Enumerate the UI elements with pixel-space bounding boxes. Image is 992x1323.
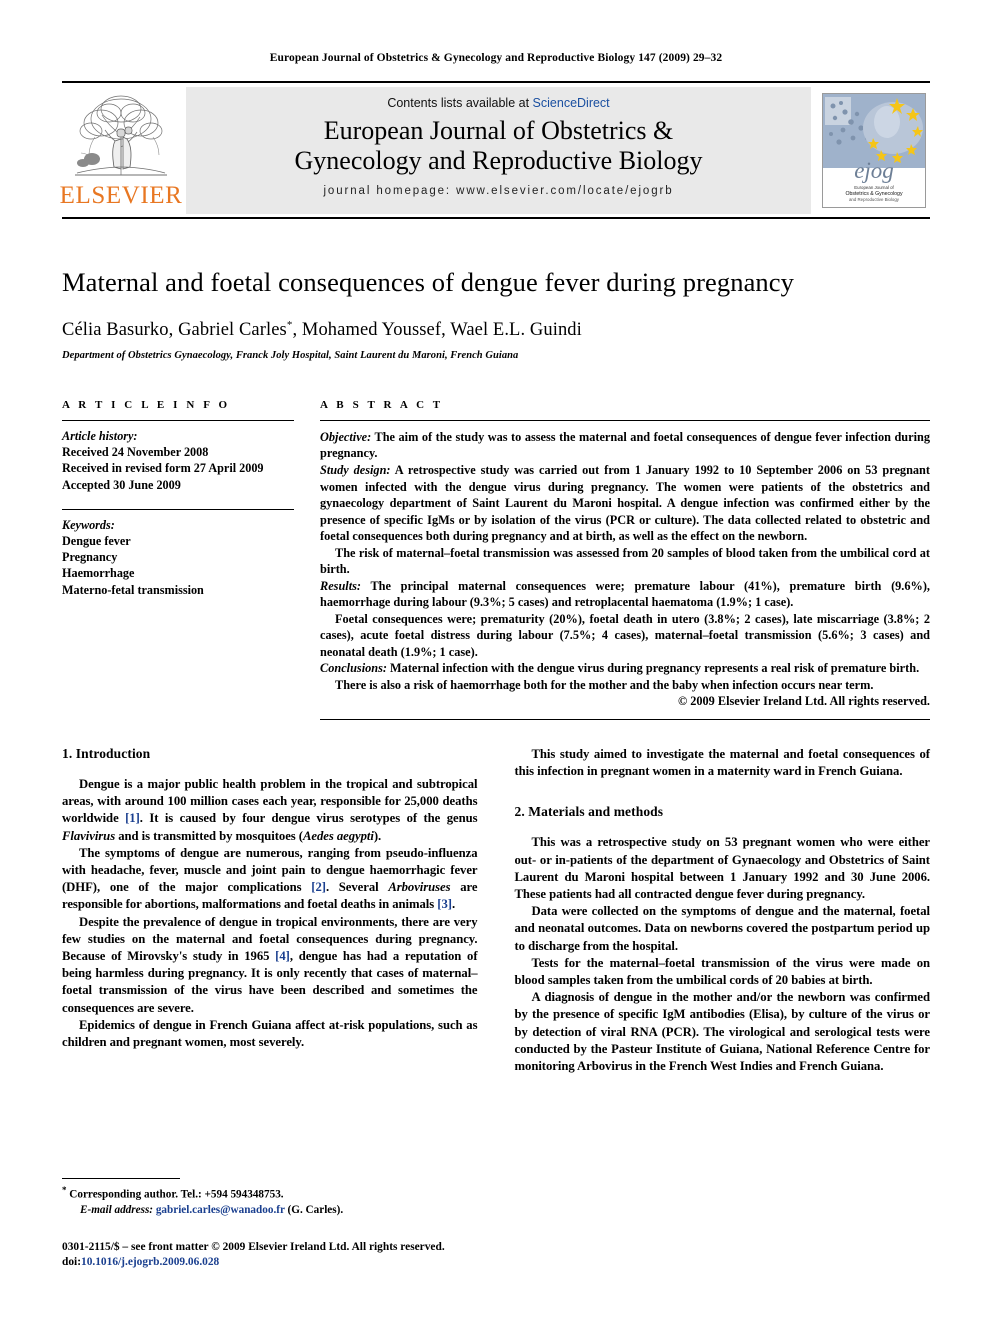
- keyword-item: Haemorrhage: [62, 566, 135, 581]
- corresponding-author-text: Corresponding author. Tel.: +594 5943487…: [66, 1188, 284, 1201]
- study-design-label: Study design:: [320, 463, 391, 478]
- keyword-item: Materno-fetal transmission: [62, 582, 204, 597]
- results-label: Results:: [320, 578, 361, 593]
- intro-p2-d: .: [451, 897, 456, 912]
- keywords-group: Keywords: Dengue fever Pregnancy Haemorr…: [62, 510, 294, 598]
- email-suffix: (G. Carles).: [284, 1203, 344, 1216]
- abstract-objective: Objective: The aim of the study was to a…: [320, 429, 930, 462]
- study-design-text: A retrospective study was carried out fr…: [320, 463, 930, 544]
- objective-text: The aim of the study was to assess the m…: [320, 429, 930, 461]
- journal-masthead: ELSEVIER Contents lists available at Sci…: [59, 81, 930, 219]
- article-history-label: Article history:: [62, 428, 138, 443]
- results-text: The principal maternal consequences were…: [320, 578, 930, 610]
- abstract-results-p2: Foetal consequences were; prematurity (2…: [320, 611, 930, 659]
- article-title-block: Maternal and foetal consequences of deng…: [62, 267, 930, 361]
- journal-title: European Journal of Obstetrics & Gynecol…: [294, 116, 703, 176]
- publisher-logo: ELSEVIER: [59, 87, 183, 214]
- citation-ref-1[interactable]: [1]: [125, 811, 140, 825]
- contents-available-line: Contents lists available at ScienceDirec…: [387, 96, 609, 110]
- citation-ref-2[interactable]: [2]: [311, 880, 326, 894]
- intro-p1-d: ).: [373, 828, 382, 843]
- keyword-item: Dengue fever: [62, 534, 131, 549]
- intro-p2-b: . Several: [325, 880, 389, 895]
- doi-link[interactable]: 10.1016/j.ejogrb.2009.06.028: [81, 1256, 219, 1268]
- elsevier-tree-logo: [69, 89, 173, 181]
- body-right-column: This study aimed to investigate the mate…: [515, 746, 931, 1075]
- objective-label: Objective:: [320, 429, 372, 444]
- abstract-heading: A B S T R A C T: [320, 398, 444, 411]
- running-head: European Journal of Obstetrics & Gynecol…: [269, 52, 723, 64]
- intro-paragraph-2: The symptoms of dengue are numerous, ran…: [62, 845, 478, 914]
- footnote-area: * Corresponding author. Tel.: +594 59434…: [62, 1178, 467, 1271]
- svg-text:European Journal of: European Journal of: [854, 185, 894, 190]
- author-list: Célia Basurko, Gabriel Carles*, Mohamed …: [62, 319, 930, 341]
- corresponding-author-note: * Corresponding author. Tel.: +594 59434…: [62, 1184, 467, 1203]
- journal-band: Contents lists available at ScienceDirec…: [186, 87, 811, 214]
- svg-text:ejog: ejog: [854, 158, 894, 183]
- history-accepted: Accepted 30 June 2009: [62, 477, 181, 492]
- article-history-group: Article history: Received 24 November 20…: [62, 421, 294, 493]
- intro-paragraph-3: Despite the prevalence of dengue in trop…: [62, 914, 478, 1017]
- genus-flavivirus: Flavivirus: [62, 828, 116, 843]
- doi-line: doi:10.1016/j.ejogrb.2009.06.028: [62, 1255, 467, 1271]
- methods-paragraph-4: A diagnosis of dengue in the mother and/…: [514, 990, 931, 1074]
- intro-paragraph-1: Dengue is a major public health problem …: [62, 776, 478, 845]
- conclusions-label: Conclusions:: [320, 661, 387, 676]
- article-info-heading: A R T I C L E I N F O: [62, 398, 231, 411]
- keyword-item: Pregnancy: [62, 550, 118, 565]
- citation-ref-4[interactable]: [4]: [275, 949, 290, 963]
- info-abstract-region: A R T I C L E I N F O Article history: R…: [62, 399, 930, 720]
- history-revised: Received in revised form 27 April 2009: [62, 461, 264, 476]
- doi-label: doi:: [62, 1256, 81, 1269]
- issn-copyright-line: 0301-2115/$ – see front matter © 2009 El…: [62, 1240, 445, 1253]
- history-received: Received 24 November 2008: [62, 445, 209, 460]
- intro-paragraph-5: This study aimed to investigate the mate…: [514, 746, 931, 779]
- genus-arboviruses: Arboviruses: [388, 880, 451, 895]
- methods-paragraph-1: This was a retrospective study on 53 pre…: [514, 835, 931, 901]
- email-link[interactable]: gabriel.carles@wanadoo.fr: [156, 1204, 285, 1216]
- abstract-copyright: © 2009 Elsevier Ireland Ltd. All rights …: [677, 694, 930, 709]
- abstract-conclusions: Conclusions: Maternal infection with the…: [320, 660, 930, 677]
- authors-primary: Célia Basurko, Gabriel Carles: [62, 319, 287, 340]
- abstract-results: Results: The principal maternal conseque…: [320, 578, 930, 611]
- body-left-column: 1. Introduction Dengue is a major public…: [62, 746, 478, 1075]
- abstract-body: Objective: The aim of the study was to a…: [320, 421, 930, 710]
- svg-text:and Reproductive Biology: and Reproductive Biology: [849, 197, 900, 202]
- journal-cover-thumbnail: ejog European Journal of Obstetrics & Gy…: [822, 93, 926, 208]
- page-title: Maternal and foetal consequences of deng…: [62, 267, 794, 297]
- intro-p1-c: and is transmitted by mosquitoes (: [115, 828, 303, 843]
- abstract-conclusions-p2: There is also a risk of haemorrhage both…: [335, 677, 874, 692]
- footnote-rule: [62, 1178, 180, 1180]
- abstract-study-design: Study design: A retrospective study was …: [320, 462, 930, 545]
- affiliation: Department of Obstetrics Gynaecology, Fr…: [62, 349, 519, 361]
- intro-paragraph-4: Epidemics of dengue in French Guiana aff…: [62, 1017, 478, 1050]
- citation-ref-3[interactable]: [3]: [437, 897, 452, 911]
- contents-prefix: Contents lists available at: [387, 96, 530, 110]
- journal-cover: ejog European Journal of Obstetrics & Gy…: [818, 87, 930, 214]
- abstract-study-design-p2: The risk of maternal–foetal transmission…: [320, 545, 930, 577]
- paper-page: European Journal of Obstetrics & Gynecol…: [0, 0, 992, 1323]
- sciencedirect-link[interactable]: ScienceDirect: [533, 96, 610, 110]
- section-heading-introduction: 1. Introduction: [62, 745, 151, 761]
- methods-paragraph-3: Tests for the maternal–foetal transmissi…: [514, 955, 931, 988]
- species-aedes-aegypti: Aedes aegypti: [302, 828, 374, 843]
- journal-homepage-link[interactable]: journal homepage: www.elsevier.com/locat…: [323, 185, 673, 197]
- email-note: E-mail address: gabriel.carles@wanadoo.f…: [62, 1203, 467, 1218]
- methods-paragraph-2: Data were collected on the symptoms of d…: [514, 904, 931, 953]
- article-info-column: A R T I C L E I N F O Article history: R…: [62, 399, 294, 720]
- section-heading-materials-and-methods: 2. Materials and methods: [514, 804, 664, 820]
- imprint-block: 0301-2115/$ – see front matter © 2009 El…: [62, 1240, 467, 1271]
- conclusions-text: Maternal infection with the dengue virus…: [386, 661, 920, 676]
- abstract-rule-bottom: [320, 718, 930, 720]
- elsevier-wordmark: ELSEVIER: [59, 182, 183, 209]
- keywords-label: Keywords:: [62, 517, 115, 532]
- intro-p1-b: . It is caused by four dengue virus sero…: [139, 811, 478, 826]
- abstract-column: A B S T R A C T Objective: The aim of th…: [320, 399, 930, 720]
- body-columns: 1. Introduction Dengue is a major public…: [62, 746, 930, 1075]
- email-address-label: E-mail address:: [80, 1203, 154, 1216]
- authors-secondary: , Mohamed Youssef, Wael E.L. Guindi: [292, 319, 582, 340]
